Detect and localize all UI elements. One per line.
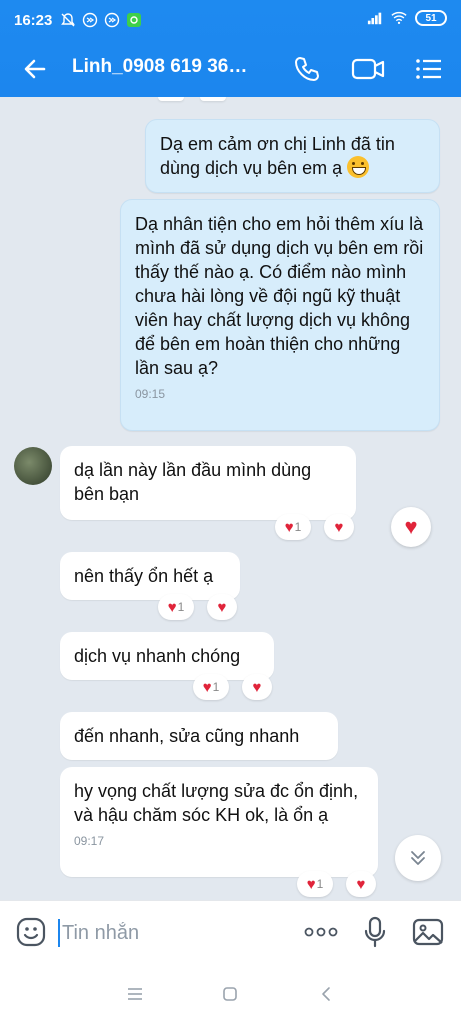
status-bar: 16:23 51 xyxy=(0,0,461,40)
system-back-button[interactable] xyxy=(314,982,338,1006)
heart-icon: ♥ xyxy=(202,678,212,696)
message-text: đến nhanh, sửa cũng nhanh xyxy=(74,726,300,746)
message-text: hy vọng chất lượng sửa đc ổn định, và hậ… xyxy=(74,781,359,825)
chevron-double-down-icon xyxy=(411,851,425,865)
image-icon xyxy=(412,918,444,946)
circle-status-icon-2 xyxy=(104,12,120,28)
back-button[interactable] xyxy=(18,52,52,86)
incoming-message[interactable]: nên thấy ổn hết ạ xyxy=(60,552,240,600)
circle-status-icon-1 xyxy=(82,12,98,28)
heart-icon: ♥ xyxy=(306,875,316,893)
menu-lines-icon xyxy=(128,988,142,1000)
grinning-emoji-icon xyxy=(347,156,370,178)
chevron-left-icon xyxy=(322,987,330,1001)
message-composer xyxy=(0,900,461,964)
heart-icon: ♥ xyxy=(167,598,177,616)
previous-reaction-stub xyxy=(158,97,184,101)
reaction-count: 1 xyxy=(316,877,324,891)
voice-button[interactable] xyxy=(358,915,392,949)
heart-icon: ♥ xyxy=(252,678,262,696)
scroll-to-bottom-button[interactable] xyxy=(395,835,441,881)
status-notification-icons xyxy=(60,12,142,28)
message-text: dịch vụ nhanh chóng xyxy=(74,646,241,666)
reaction-count-badge[interactable]: ♥ 1 xyxy=(297,871,333,897)
system-navigation-bar xyxy=(0,964,461,1024)
heart-icon: ♥ xyxy=(404,514,418,539)
heart-icon: ♥ xyxy=(217,598,227,616)
more-button[interactable] xyxy=(304,915,338,949)
phone-icon xyxy=(295,57,319,81)
more-dots-icon xyxy=(304,927,338,937)
message-time: 09:15 xyxy=(135,387,166,401)
video-camera-icon xyxy=(351,58,385,80)
wifi-icon xyxy=(391,10,407,26)
list-menu-icon xyxy=(416,59,441,79)
message-text: nên thấy ổn hết ạ xyxy=(74,566,214,586)
status-time: 16:23 xyxy=(14,11,53,29)
video-call-button[interactable] xyxy=(350,51,386,87)
top-bar: 16:23 51 Linh_0908 619 36… xyxy=(0,0,461,97)
signal-icon xyxy=(367,10,383,26)
message-time: 09:17 xyxy=(74,834,105,848)
chat-area[interactable]: Dạ em cảm ơn chị Linh đã tin dùng dịch v… xyxy=(0,97,461,900)
sticker-button[interactable] xyxy=(14,915,48,949)
sticker-icon xyxy=(16,917,46,947)
reaction-count: 1 xyxy=(212,680,220,694)
react-button[interactable]: ♥ xyxy=(207,594,237,620)
microphone-icon xyxy=(364,916,386,948)
battery-indicator: 51 xyxy=(415,10,447,26)
react-button[interactable]: ♥ xyxy=(324,514,354,540)
chat-header: Linh_0908 619 36… xyxy=(0,40,461,97)
arrow-left-icon xyxy=(24,59,46,79)
status-right-icons: 51 xyxy=(367,10,447,26)
heart-icon: ♥ xyxy=(334,518,344,536)
reaction-count: 1 xyxy=(177,600,185,614)
reaction-count: 1 xyxy=(294,520,302,534)
reaction-count-badge[interactable]: ♥ 1 xyxy=(275,514,311,540)
mute-bell-icon xyxy=(60,12,76,28)
reaction-count-badge[interactable]: ♥ 1 xyxy=(158,594,194,620)
text-cursor xyxy=(58,919,60,947)
react-button[interactable]: ♥ xyxy=(242,674,272,700)
incoming-message[interactable]: dịch vụ nhanh chóng xyxy=(60,632,274,680)
heart-icon: ♥ xyxy=(284,518,294,536)
heart-icon: ♥ xyxy=(356,875,366,893)
incoming-message[interactable]: dạ lần này lần đầu mình dùng bên bạn xyxy=(60,446,356,520)
message-text: dạ lần này lần đầu mình dùng bên bạn xyxy=(74,460,312,504)
quick-react-button[interactable]: ♥ xyxy=(391,507,431,547)
image-button[interactable] xyxy=(411,915,445,949)
reaction-count-badge[interactable]: ♥ 1 xyxy=(193,674,229,700)
message-text: Dạ nhân tiện cho em hỏi thêm xíu là mình… xyxy=(135,214,424,378)
message-input[interactable] xyxy=(62,918,282,948)
incoming-message[interactable]: đến nhanh, sửa cũng nhanh xyxy=(60,712,338,760)
avatar[interactable] xyxy=(14,447,52,485)
react-button[interactable]: ♥ xyxy=(346,871,376,897)
app-notification-icon xyxy=(126,12,142,28)
outgoing-message[interactable]: Dạ nhân tiện cho em hỏi thêm xíu là mình… xyxy=(120,199,440,431)
previous-reaction-stub xyxy=(200,97,226,101)
home-button[interactable] xyxy=(218,982,242,1006)
square-home-icon xyxy=(223,987,237,1001)
menu-button[interactable] xyxy=(411,51,447,87)
call-button[interactable] xyxy=(289,51,325,87)
contact-name[interactable]: Linh_0908 619 36… xyxy=(72,56,247,78)
outgoing-message[interactable]: Dạ em cảm ơn chị Linh đã tin dùng dịch v… xyxy=(145,119,440,193)
recents-button[interactable] xyxy=(123,982,147,1006)
incoming-message[interactable]: hy vọng chất lượng sửa đc ổn định, và hậ… xyxy=(60,767,378,877)
